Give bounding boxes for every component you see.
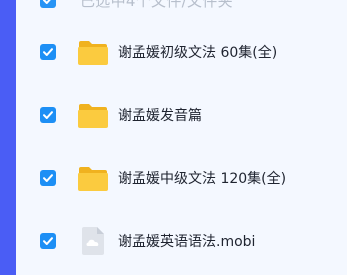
selection-checkbox[interactable] [40, 0, 56, 8]
checkmark-icon [43, 174, 53, 182]
folder-icon [76, 98, 110, 132]
row-checkbox[interactable] [40, 170, 56, 186]
file-row[interactable]: 谢孟媛发音篇 [16, 97, 347, 133]
file-name: 谢孟媛英语语法.mobi [118, 234, 256, 250]
checkmark-icon [43, 111, 53, 119]
row-checkbox[interactable] [40, 44, 56, 60]
checkmark-icon [43, 48, 53, 56]
file-row[interactable]: 谢孟媛英语语法.mobi [16, 223, 347, 259]
selection-summary-row: 已选中4个文件/文件夹 [16, 0, 347, 12]
file-name: 谢孟媛中级文法 120集(全) [118, 171, 287, 187]
file-list-window: 已选中4个文件/文件夹 谢孟媛初级文法 60集(全) 谢孟媛发音篇 谢孟媛中级文… [0, 0, 347, 275]
row-checkbox[interactable] [40, 107, 56, 123]
checkmark-icon [43, 237, 53, 245]
file-name: 谢孟媛发音篇 [118, 108, 202, 124]
selection-summary-text: 已选中4个文件/文件夹 [80, 0, 233, 10]
file-row[interactable]: 谢孟媛初级文法 60集(全) [16, 34, 347, 70]
file-row[interactable]: 谢孟媛中级文法 120集(全) [16, 160, 347, 196]
side-accent-bar [0, 0, 16, 275]
checkmark-icon [43, 0, 51, 4]
folder-icon [76, 161, 110, 195]
document-icon [76, 224, 110, 258]
folder-icon [76, 35, 110, 69]
row-checkbox[interactable] [40, 233, 56, 249]
file-name: 谢孟媛初级文法 60集(全) [118, 45, 278, 61]
